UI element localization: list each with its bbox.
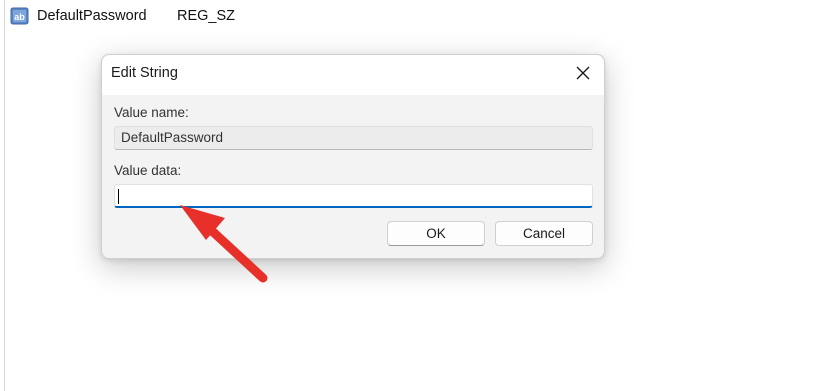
- text-caret: [118, 189, 119, 204]
- cancel-button[interactable]: Cancel: [495, 221, 593, 246]
- pane-divider: [4, 0, 5, 391]
- registry-editor-window: ab DefaultPassword REG_SZ Edit String Va…: [0, 0, 822, 391]
- dialog-titlebar[interactable]: Edit String: [102, 55, 604, 95]
- registry-value-type: REG_SZ: [177, 8, 236, 24]
- string-value-icon: ab: [10, 7, 30, 25]
- value-name-label: Value name:: [114, 105, 189, 120]
- registry-value-name: DefaultPassword: [37, 8, 147, 24]
- value-name-field[interactable]: DefaultPassword: [114, 126, 593, 150]
- close-button[interactable]: [568, 60, 598, 90]
- value-data-label: Value data:: [114, 163, 182, 178]
- dialog-title: Edit String: [111, 65, 178, 81]
- registry-value-row[interactable]: ab DefaultPassword REG_SZ: [10, 4, 235, 28]
- close-icon: [576, 66, 590, 85]
- edit-string-dialog: Edit String Value name: DefaultPassword …: [101, 54, 605, 259]
- svg-text:ab: ab: [14, 12, 25, 22]
- ok-button[interactable]: OK: [387, 221, 485, 246]
- value-data-input[interactable]: [114, 184, 593, 208]
